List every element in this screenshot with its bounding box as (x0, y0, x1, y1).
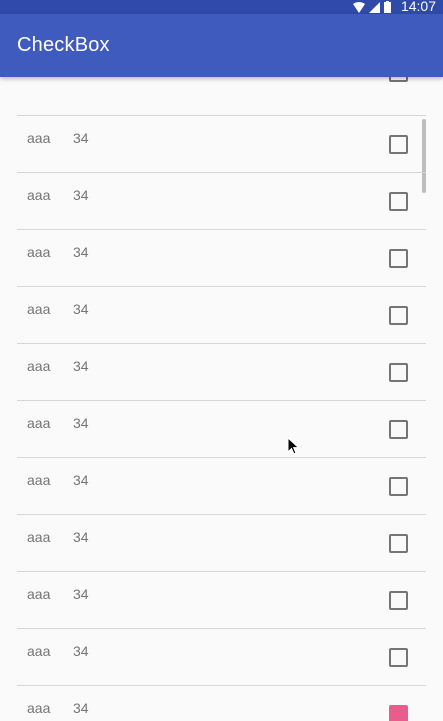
item-count: 34 (73, 472, 89, 488)
item-count: 34 (73, 244, 89, 260)
item-name: aaa (27, 358, 51, 374)
item-name: aaa (27, 643, 51, 659)
item-checkbox[interactable] (389, 192, 408, 211)
list-item[interactable]: aaa 34 (17, 400, 426, 457)
item-count: 34 (73, 643, 89, 659)
item-checkbox[interactable] (389, 591, 408, 610)
list-item[interactable]: aaa 34 (17, 115, 426, 172)
item-checkbox[interactable] (389, 363, 408, 382)
list-item[interactable]: aaa 34 (17, 571, 426, 628)
item-checkbox[interactable] (389, 135, 408, 154)
app-title: CheckBox (17, 34, 110, 56)
checkbox-list[interactable]: aaa 34 aaa 34 aaa 34 aaa 34 aaa 34 aaa 34 aaa 34 aaa 34… (0, 77, 443, 721)
item-checkbox[interactable] (389, 648, 408, 667)
item-checkbox[interactable] (389, 306, 408, 325)
list-item[interactable]: aaa 34 (17, 457, 426, 514)
item-count: 34 (73, 187, 89, 203)
list-item-partial[interactable] (17, 77, 426, 115)
status-icons (353, 1, 391, 13)
item-count: 34 (73, 130, 89, 146)
item-name: aaa (27, 586, 51, 602)
list-item[interactable]: aaa 34 (17, 514, 426, 571)
list-item[interactable]: aaa 34 (17, 628, 426, 685)
item-name: aaa (27, 700, 51, 716)
item-name: aaa (27, 415, 51, 431)
item-name: aaa (27, 529, 51, 545)
list-item[interactable]: aaa 34 (17, 172, 426, 229)
item-name: aaa (27, 472, 51, 488)
item-count: 34 (73, 586, 89, 602)
item-name: aaa (27, 130, 51, 146)
item-checkbox[interactable] (389, 534, 408, 553)
item-checkbox[interactable] (389, 77, 408, 82)
item-count: 34 (73, 415, 89, 431)
status-bar: 14:07 (0, 0, 443, 14)
item-checkbox[interactable] (389, 420, 408, 439)
mouse-cursor-icon (287, 437, 300, 455)
item-count: 34 (73, 358, 89, 374)
item-name: aaa (27, 244, 51, 260)
list-item[interactable]: aaa 34 (17, 685, 426, 721)
item-count: 34 (73, 700, 89, 716)
item-checkbox[interactable] (389, 249, 408, 268)
list-item[interactable]: aaa 34 (17, 343, 426, 400)
item-checkbox[interactable] (389, 705, 408, 721)
item-count: 34 (73, 301, 89, 317)
list-item[interactable]: aaa 34 (17, 286, 426, 343)
item-count: 34 (73, 529, 89, 545)
wifi-icon (353, 1, 365, 13)
item-name: aaa (27, 187, 51, 203)
signal-icon (369, 1, 380, 13)
item-checkbox[interactable] (389, 477, 408, 496)
list-item[interactable]: aaa 34 (17, 229, 426, 286)
battery-icon (384, 1, 391, 13)
app-bar: CheckBox (0, 14, 443, 77)
item-name: aaa (27, 301, 51, 317)
status-time: 14:07 (400, 0, 436, 14)
